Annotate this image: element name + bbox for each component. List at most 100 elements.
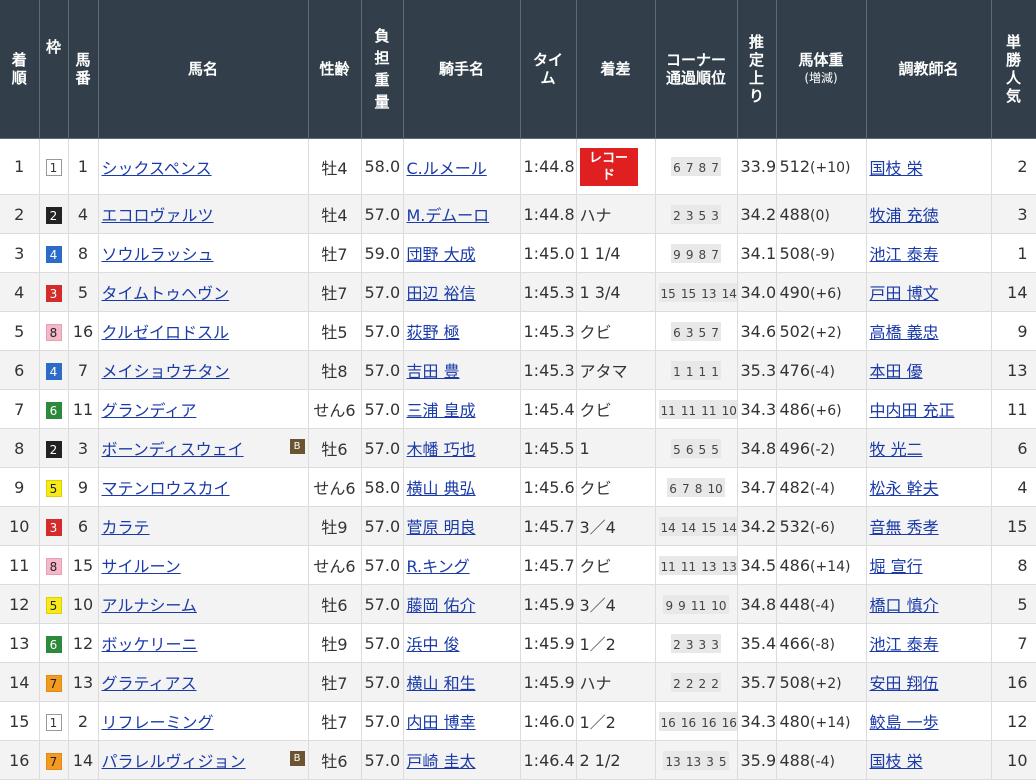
jockey-name-link[interactable]: 浜中 俊 [407,635,460,654]
popularity-cell: 1 [991,233,1036,273]
horse-cell: パラレルヴィジョン B [98,740,309,780]
trainer-cell: 牧浦 充徳 [866,194,992,234]
horse-name-link[interactable]: カラテ [102,514,150,538]
table-row: 10 3 6 カラテ 牡9 57.0 菅原 明良 1:45.7 3／4 14 1… [0,506,1036,546]
margin-text: 1／2 [579,713,616,732]
horse-name-link[interactable]: アルナシーム [102,592,197,616]
trainer-name-link[interactable]: 池江 泰寿 [870,245,939,264]
trainer-name-link[interactable]: 安田 翔伍 [870,674,939,693]
horse-name-link[interactable]: ボーンディスウェイ [102,436,244,460]
margin-text: 1 3/4 [579,282,621,302]
jockey-name-link[interactable]: 横山 和生 [407,674,476,693]
trainer-cell: 橋口 慎介 [866,584,992,624]
popularity-cell: 11 [991,389,1036,429]
jockey-name-link[interactable]: 菅原 明良 [407,518,476,537]
trainer-name-link[interactable]: 堀 宣行 [870,557,923,576]
jockey-name-link[interactable]: 田辺 裕信 [407,284,476,303]
jockey-cell: 菅原 明良 [403,506,521,546]
corner-cell: 5 6 5 5 [655,428,738,468]
jockey-name-link[interactable]: 三浦 皇成 [407,401,476,420]
jockey-name-link[interactable]: 団野 大成 [407,245,476,264]
last3f-cell: 34.3 [737,701,777,741]
jockey-name-link[interactable]: 内田 博幸 [407,713,476,732]
trainer-name-link[interactable]: 戸田 博文 [870,284,939,303]
horse-name-link[interactable]: サイルーン [102,553,181,577]
corner-positions: 5 6 5 5 [671,438,721,458]
last3f-cell: 34.7 [737,467,777,507]
trainer-name-link[interactable]: 本田 優 [870,362,923,381]
horse-name-link[interactable]: エコロヴァルツ [102,202,214,226]
jockey-cell: 横山 和生 [403,662,521,702]
table-row: 13 6 12 ボッケリーニ 牡9 57.0 浜中 俊 1:45.9 1／2 2… [0,623,1036,663]
trainer-cell: 鮫島 一歩 [866,701,992,741]
time-cell: 1:45.3 [520,311,577,351]
weight-cell: 57.0 [361,740,404,780]
header-waku: 枠 [39,0,69,139]
horse-name-link[interactable]: パラレルヴィジョン [102,748,246,772]
jockey-name-link[interactable]: R.キング [407,557,470,576]
trainer-name-link[interactable]: 松永 幹夫 [870,479,939,498]
sexage-cell: 牡9 [308,623,362,663]
body-weight-cell: 490(+6) [776,272,867,312]
horse-name-link[interactable]: メイショウチタン [102,358,230,382]
horse-name-link[interactable]: ボッケリーニ [102,631,198,655]
trainer-name-link[interactable]: 中内田 充正 [870,401,955,420]
rank-cell: 9 [0,467,40,507]
trainer-name-link[interactable]: 鮫島 一歩 [870,713,939,732]
body-weight-cell: 486(+14) [776,545,867,585]
jockey-name-link[interactable]: 木幡 巧也 [407,440,476,459]
trainer-name-link[interactable]: 国枝 栄 [870,159,923,178]
horse-name-link[interactable]: クルゼイロドスル [102,319,230,343]
horse-name-link[interactable]: リフレーミング [102,709,214,733]
horse-name-link[interactable]: グラティアス [102,670,197,694]
trainer-name-link[interactable]: 国枝 栄 [870,752,923,771]
trainer-name-link[interactable]: 牧浦 充徳 [870,206,939,225]
trainer-name-link[interactable]: 橋口 慎介 [870,596,939,615]
horse-name-link[interactable]: ソウルラッシュ [102,241,214,265]
weight-cell: 59.0 [361,233,404,273]
jockey-name-link[interactable]: 吉田 豊 [407,362,460,381]
jockey-name-link[interactable]: M.デムーロ [407,206,490,225]
rank-cell: 3 [0,233,40,273]
time-cell: 1:45.3 [520,350,577,390]
margin-text: クビ [579,401,612,420]
popularity-cell: 8 [991,545,1036,585]
jockey-name-link[interactable]: 荻野 極 [407,323,460,342]
sexage-cell: 牡4 [308,138,362,195]
weight-cell: 57.0 [361,584,404,624]
margin-cell: クビ [576,389,656,429]
jockey-name-link[interactable]: 戸崎 圭太 [407,752,476,771]
umaban-cell: 3 [68,428,99,468]
horse-name-link[interactable]: タイムトゥヘヴン [102,280,230,304]
table-row: 1 1 1 シックスペンス 牡4 58.0 C.ルメール 1:44.8 レコード… [0,138,1036,195]
margin-cell: レコード [576,138,656,195]
horse-name-link[interactable]: シックスペンス [102,155,212,179]
waku-badge: 2 [45,440,62,458]
jockey-name-link[interactable]: 藤岡 佑介 [407,596,476,615]
horse-name-link[interactable]: マテンロウスカイ [102,475,230,499]
corner-cell: 11 11 13 13 [655,545,738,585]
margin-text: 1 [579,438,590,458]
umaban-cell: 13 [68,662,99,702]
horse-name-link[interactable]: グランディア [102,397,197,421]
sexage-cell: 牡5 [308,311,362,351]
umaban-cell: 15 [68,545,99,585]
margin-text: 1 1/4 [579,243,621,263]
umaban-cell: 12 [68,623,99,663]
sexage-cell: せん6 [308,545,362,585]
table-row: 2 2 4 エコロヴァルツ 牡4 57.0 M.デムーロ 1:44.8 ハナ 2… [0,194,1036,234]
popularity-cell: 14 [991,272,1036,312]
trainer-name-link[interactable]: 音無 秀孝 [870,518,939,537]
trainer-cell: 松永 幹夫 [866,467,992,507]
trainer-name-link[interactable]: 高橋 義忠 [870,323,939,342]
trainer-name-link[interactable]: 牧 光二 [870,440,923,459]
jockey-name-link[interactable]: 横山 典弘 [407,479,476,498]
rank-cell: 10 [0,506,40,546]
umaban-cell: 10 [68,584,99,624]
jockey-name-link[interactable]: C.ルメール [407,159,487,178]
corner-positions: 6 7 8 10 [667,477,725,497]
trainer-name-link[interactable]: 池江 泰寿 [870,635,939,654]
trainer-cell: 本田 優 [866,350,992,390]
header-umaban: 馬番 [68,0,99,139]
jockey-cell: 浜中 俊 [403,623,521,663]
